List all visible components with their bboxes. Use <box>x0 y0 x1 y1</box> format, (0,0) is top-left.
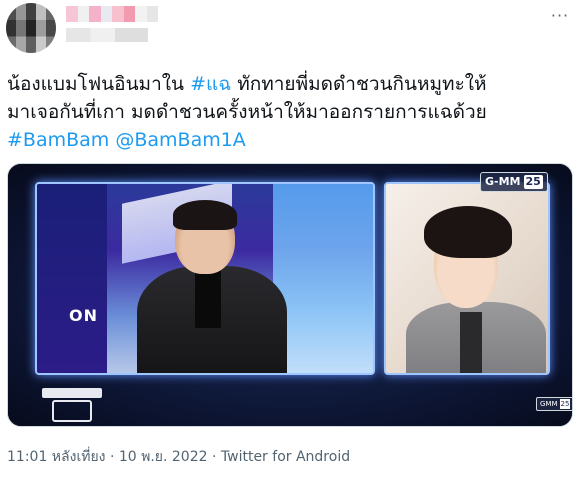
author-handle-blurred[interactable] <box>66 28 148 42</box>
name-blur-block <box>89 6 101 22</box>
name-blur-block <box>146 6 158 22</box>
tweet-timestamp-link[interactable]: 11:01 หลังเที่ยง · 10 พ.ย. 2022 <box>7 449 208 465</box>
name-blur-block <box>66 6 78 22</box>
tweet-card: ··· น้องแบมโฟนอินมาใน #แฉ ทักทายพี่มดดำช… <box>0 0 587 477</box>
name-blur-block <box>77 6 89 22</box>
channel-watermark-number: 25 <box>559 399 571 409</box>
video-panel-guest <box>384 182 550 375</box>
more-horizontal-icon: ··· <box>550 6 570 25</box>
more-options-button[interactable]: ··· <box>548 8 572 24</box>
channel-watermark: GMM 25 <box>536 397 572 411</box>
studio-on-text: ON <box>69 306 98 325</box>
channel-logo-text: G-MM <box>485 175 521 188</box>
guest-shirt <box>460 312 482 373</box>
host-shirt <box>195 268 221 328</box>
tweet-text-line-1: น้องแบมโฟนอินมาใน #แฉ ทักทายพี่มดดำชวนกิ… <box>7 70 579 98</box>
name-blur-block <box>100 6 112 22</box>
channel-watermark-text: GMM <box>540 400 558 408</box>
show-logo-bar <box>42 388 102 398</box>
name-blur-block <box>135 6 147 22</box>
video-panel-host: ON <box>35 182 375 375</box>
channel-logo: G-MM 25 <box>480 172 548 192</box>
host-figure <box>137 200 287 373</box>
author-name-blurred[interactable] <box>66 6 158 22</box>
tweet-media-image[interactable]: ON G-MM 25 GMM 25 <box>7 163 573 427</box>
studio-backdrop-right <box>273 184 373 373</box>
channel-logo-number: 25 <box>523 175 543 189</box>
show-logo-icon <box>38 380 108 424</box>
tweet-client-link[interactable]: Twitter for Android <box>221 449 350 465</box>
meta-separator: · <box>207 449 221 465</box>
name-blur-block <box>123 6 135 22</box>
hashtag-link-bambam[interactable]: #BamBam <box>7 129 109 151</box>
mention-link-bambam1a[interactable]: @BamBam1A <box>115 129 245 151</box>
hashtag-link-chae[interactable]: #แฉ <box>190 73 231 95</box>
tweet-text-segment: น้องแบมโฟนอินมาใน <box>7 73 191 95</box>
tweet-text-line-3: #BamBam @BamBam1A <box>7 126 579 154</box>
tweet-text-segment: ทักทายพี่มดดำชวนกินหมูทะให้ <box>231 73 487 95</box>
studio-backdrop-left <box>37 184 107 373</box>
tweet-text-line-2: มาเจอกันที่เกา มดดำชวนครั้งหน้าให้มาออกร… <box>7 101 487 123</box>
author-avatar[interactable] <box>6 3 56 53</box>
tweet-text: น้องแบมโฟนอินมาใน #แฉ ทักทายพี่มดดำชวนกิ… <box>7 70 579 154</box>
name-blur-block <box>112 6 124 22</box>
host-hair <box>173 200 237 230</box>
tweet-metadata: 11:01 หลังเที่ยง · 10 พ.ย. 2022 · Twitte… <box>7 446 350 468</box>
show-logo-chip <box>52 400 92 422</box>
guest-hair <box>424 206 512 258</box>
